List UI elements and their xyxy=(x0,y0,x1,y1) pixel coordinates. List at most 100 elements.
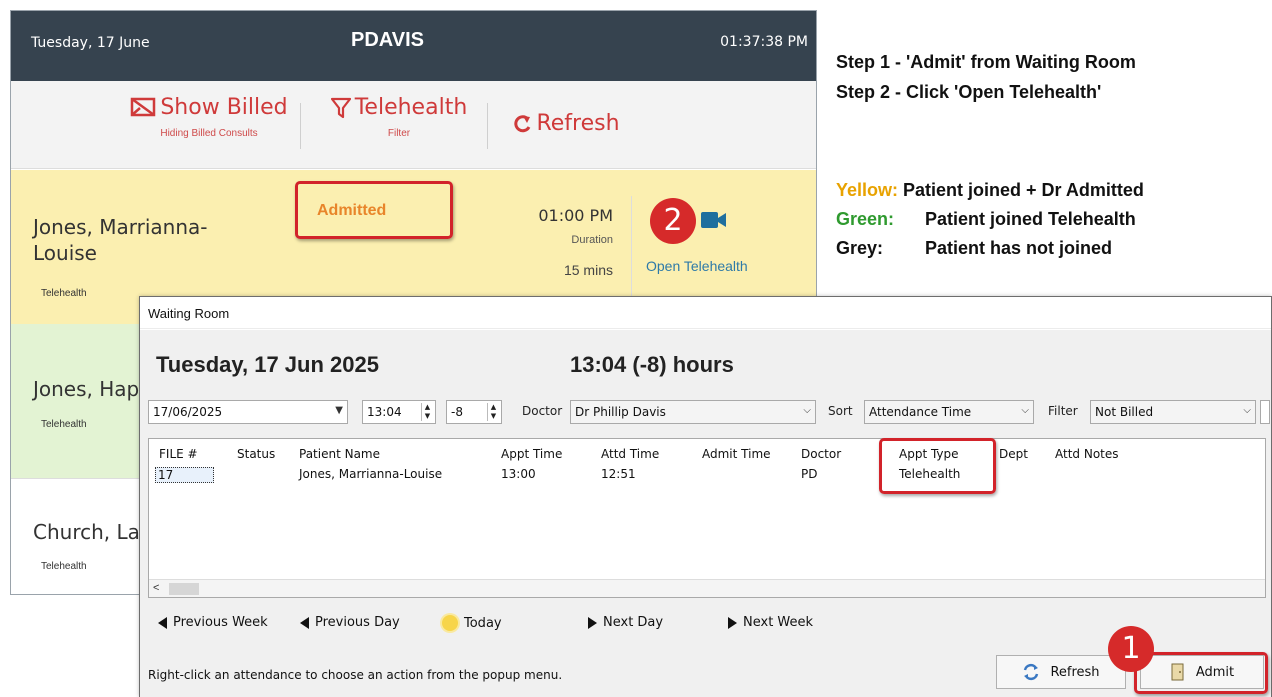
doctor-value: Dr Phillip Davis xyxy=(575,405,666,419)
refresh-icon xyxy=(1024,663,1039,681)
cell-attd-time[interactable]: 12:51 xyxy=(601,467,636,481)
duration-label: Duration xyxy=(571,234,613,246)
admit-label: Admit xyxy=(1195,664,1235,680)
window-title: Waiting Room xyxy=(148,306,230,321)
arrow-left-icon xyxy=(158,616,167,629)
patient-name-line2: Louise xyxy=(33,241,97,265)
arrow-right-icon xyxy=(728,616,737,629)
column-header[interactable]: Admit Time xyxy=(702,447,771,461)
refresh-label: Refresh xyxy=(1050,664,1100,680)
header-clock: 01:37:38 PM xyxy=(720,34,808,50)
window-titlebar[interactable]: Waiting Room xyxy=(140,297,1271,329)
step-one-badge: 1 xyxy=(1108,626,1154,672)
cell-patient-name[interactable]: Jones, Marrianna-Louise xyxy=(299,467,442,481)
toolbar-divider xyxy=(487,103,488,149)
time-stepper[interactable]: 13:04 ▲ ▼ xyxy=(362,400,436,424)
scroll-left-icon[interactable]: < xyxy=(153,582,159,594)
patient-type: Telehealth xyxy=(41,288,87,299)
patient-type: Telehealth xyxy=(41,561,87,572)
video-camera-icon[interactable] xyxy=(701,210,727,230)
telehealth-filter-label: Telehealth xyxy=(354,95,468,120)
cell-doctor[interactable]: PD xyxy=(801,467,817,481)
column-header[interactable]: Appt Type xyxy=(899,447,959,461)
toolbar-divider xyxy=(300,103,301,149)
column-header[interactable]: Dept xyxy=(999,447,1028,461)
open-telehealth-link[interactable]: Open Telehealth xyxy=(646,258,748,274)
legend-grey: Grey: Patient has not joined xyxy=(836,238,1112,259)
legend-key-grey: Grey: xyxy=(836,238,884,258)
patient-name: Jones, Marrianna- Louise xyxy=(33,214,208,266)
today-button[interactable]: Today xyxy=(442,615,502,631)
next-day-button[interactable]: Next Day xyxy=(588,615,663,630)
show-billed-button[interactable]: Show Billed Hiding Billed Consults xyxy=(129,95,289,139)
extra-control[interactable] xyxy=(1260,400,1270,424)
refresh-icon xyxy=(514,114,531,132)
doctor-select[interactable]: Dr Phillip Davis ⌵ xyxy=(570,400,816,424)
time-value: 13:04 xyxy=(367,405,402,419)
patient-type: Telehealth xyxy=(41,419,87,430)
arrow-left-icon xyxy=(300,616,309,629)
refresh-button[interactable]: Refresh xyxy=(505,111,627,136)
cell-appt-time[interactable]: 13:00 xyxy=(501,467,536,481)
chevron-down-icon[interactable]: ⌵ xyxy=(1243,405,1251,416)
column-header[interactable]: Attd Time xyxy=(601,447,659,461)
filter-value: Not Billed xyxy=(1095,405,1154,419)
patient-name: Church, La xyxy=(33,520,140,544)
column-header[interactable]: FILE # xyxy=(159,447,198,461)
row-divider xyxy=(631,196,632,296)
filter-select[interactable]: Not Billed ⌵ xyxy=(1090,400,1256,424)
next-week-label: Next Week xyxy=(743,615,814,630)
horizontal-scrollbar[interactable]: < xyxy=(149,579,1265,597)
sort-select[interactable]: Attendance Time ⌵ xyxy=(864,400,1034,424)
legend-key-green: Green: xyxy=(836,209,895,229)
date-value: 17/06/2025 xyxy=(153,405,223,419)
column-header[interactable]: Doctor xyxy=(801,447,841,461)
admit-button[interactable]: Admit xyxy=(1140,655,1264,689)
column-header[interactable]: Status xyxy=(237,447,275,461)
legend-green: Green: Patient joined Telehealth xyxy=(836,209,1136,230)
column-header[interactable]: Attd Notes xyxy=(1055,447,1119,461)
chevron-down-icon[interactable]: ▼ xyxy=(335,405,343,416)
column-header[interactable]: Appt Time xyxy=(501,447,562,461)
column-header[interactable]: Patient Name xyxy=(299,447,380,461)
legend-key-yellow: Yellow: xyxy=(836,180,899,200)
show-billed-label: Show Billed xyxy=(160,95,288,120)
spin-arrows-icon[interactable]: ▲ ▼ xyxy=(487,403,499,421)
legend-yellow: Yellow: Patient joined + Dr Admitted xyxy=(836,180,1144,201)
duration-value: 15 mins xyxy=(563,262,613,278)
filter-label: Filter xyxy=(1048,404,1078,418)
attendance-table[interactable]: FILE # Status Patient Name Appt Time Att… xyxy=(148,438,1266,598)
waiting-room-body: Tuesday, 17 Jun 2025 13:04 (-8) hours 17… xyxy=(140,330,1271,697)
patient-name-line1: Jones, Marrianna- xyxy=(33,215,208,239)
scrollbar-thumb[interactable] xyxy=(169,583,199,595)
waiting-room-refresh-button[interactable]: Refresh xyxy=(996,655,1126,689)
previous-week-button[interactable]: Previous Week xyxy=(158,615,268,630)
instruction-step-1: Step 1 - 'Admit' from Waiting Room xyxy=(836,52,1136,72)
offset-value: -8 xyxy=(451,405,463,419)
header-username: PDAVIS xyxy=(351,29,424,51)
offset-stepper[interactable]: -8 ▲ ▼ xyxy=(446,400,502,424)
next-week-button[interactable]: Next Week xyxy=(728,615,813,630)
doctor-label: Doctor xyxy=(522,404,563,418)
refresh-label: Refresh xyxy=(536,111,620,136)
door-icon xyxy=(1171,663,1184,681)
footer-hint: Right-click an attendance to choose an a… xyxy=(148,668,563,682)
legend-text-grey: Patient has not joined xyxy=(925,238,1113,258)
cell-file[interactable]: 17 xyxy=(155,467,215,483)
hours-heading: 13:04 (-8) hours xyxy=(570,352,734,377)
appointment-time: 01:00 PM xyxy=(538,206,613,225)
previous-day-button[interactable]: Previous Day xyxy=(300,615,400,630)
legend-text-green: Patient joined Telehealth xyxy=(925,209,1136,229)
telehealth-filter-sublabel: Filter xyxy=(387,128,411,139)
status-badge: Admitted xyxy=(317,202,387,219)
chevron-down-icon[interactable]: ⌵ xyxy=(1021,405,1029,416)
waiting-room-window: Waiting Room Tuesday, 17 Jun 2025 13:04 … xyxy=(139,296,1272,697)
instructions-panel: Step 1 - 'Admit' from Waiting Room Step … xyxy=(818,10,1272,293)
chevron-down-icon[interactable]: ⌵ xyxy=(803,405,811,416)
cell-appt-type[interactable]: Telehealth xyxy=(899,467,960,481)
date-picker[interactable]: 17/06/2025 ▼ xyxy=(148,400,348,424)
filter-icon xyxy=(330,97,351,118)
legend-text-yellow: Patient joined + Dr Admitted xyxy=(903,180,1144,200)
spin-arrows-icon[interactable]: ▲ ▼ xyxy=(421,403,433,421)
telehealth-filter-button[interactable]: Telehealth Filter xyxy=(319,95,479,139)
